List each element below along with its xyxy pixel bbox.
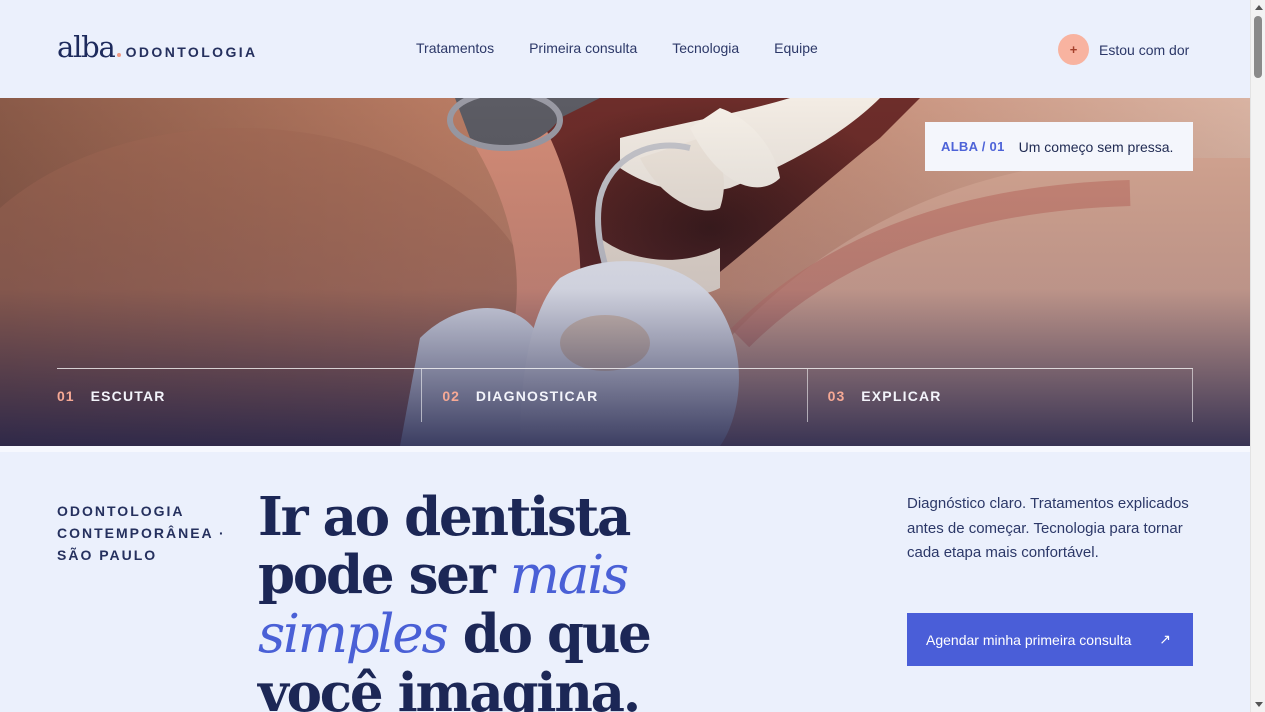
nav-link-primeira-consulta[interactable]: Primeira consulta: [529, 40, 637, 56]
hero-image: ALBA / 01 Um começo sem pressa. 01 ESCUT…: [0, 98, 1250, 446]
step-number: 01: [57, 387, 75, 404]
nav-link-tecnologia[interactable]: Tecnologia: [672, 40, 739, 56]
page-scrollbar[interactable]: [1250, 0, 1265, 712]
intro-section: ODONTOLOGIA CONTEMPORÂNEA · SÃO PAULO Ir…: [0, 452, 1250, 712]
scroll-thumb[interactable]: [1254, 16, 1262, 78]
tagline: ODONTOLOGIA CONTEMPORÂNEA · SÃO PAULO: [57, 503, 226, 563]
logo-dot: [116, 53, 121, 57]
step-label: DIAGNOSTICAR: [475, 387, 599, 404]
step-label: ESCUTAR: [90, 387, 166, 404]
plus-icon: +: [1058, 34, 1089, 65]
schedule-consultation-button[interactable]: Agendar minha primeira consulta ↗: [907, 613, 1193, 666]
badge-text: Um começo sem pressa.: [1018, 138, 1174, 155]
nav-link-tratamentos[interactable]: Tratamentos: [416, 40, 494, 56]
nav-link-equipe[interactable]: Equipe: [774, 40, 818, 56]
pain-label: Estou com dor: [1099, 41, 1190, 58]
step-explicar: 03 EXPLICAR: [808, 369, 1193, 422]
process-steps: 01 ESCUTAR 02 DIAGNOSTICAR 03 EXPLICAR: [57, 368, 1193, 422]
step-number: 02: [442, 387, 460, 404]
badge-code: ALBA / 01: [941, 139, 1005, 154]
intro-description: Diagnóstico claro. Tratamentos explicado…: [907, 495, 1189, 561]
pain-button[interactable]: + Estou com dor: [1058, 34, 1189, 65]
step-label: EXPLICAR: [861, 387, 942, 404]
logo-mark: alba: [57, 30, 116, 64]
cta-label: Agendar minha primeira consulta: [926, 631, 1132, 648]
step-number: 03: [827, 387, 846, 404]
scroll-up-arrow-icon[interactable]: [1255, 5, 1263, 10]
site-header: alba ODONTOLOGIA Tratamentos Primeira co…: [0, 0, 1250, 98]
logo[interactable]: alba ODONTOLOGIA: [57, 30, 258, 64]
scroll-down-arrow-icon[interactable]: [1255, 702, 1263, 707]
hero-badge: ALBA / 01 Um começo sem pressa.: [925, 122, 1193, 171]
step-diagnosticar: 02 DIAGNOSTICAR: [422, 369, 808, 422]
logo-subtitle: ODONTOLOGIA: [125, 44, 258, 60]
main-nav: Tratamentos Primeira consulta Tecnologia…: [416, 40, 818, 56]
step-escutar: 01 ESCUTAR: [57, 369, 423, 422]
arrow-up-right-icon: ↗: [1159, 631, 1171, 647]
page-title: Ir ao dentista pode ser mais simples do …: [258, 488, 778, 712]
